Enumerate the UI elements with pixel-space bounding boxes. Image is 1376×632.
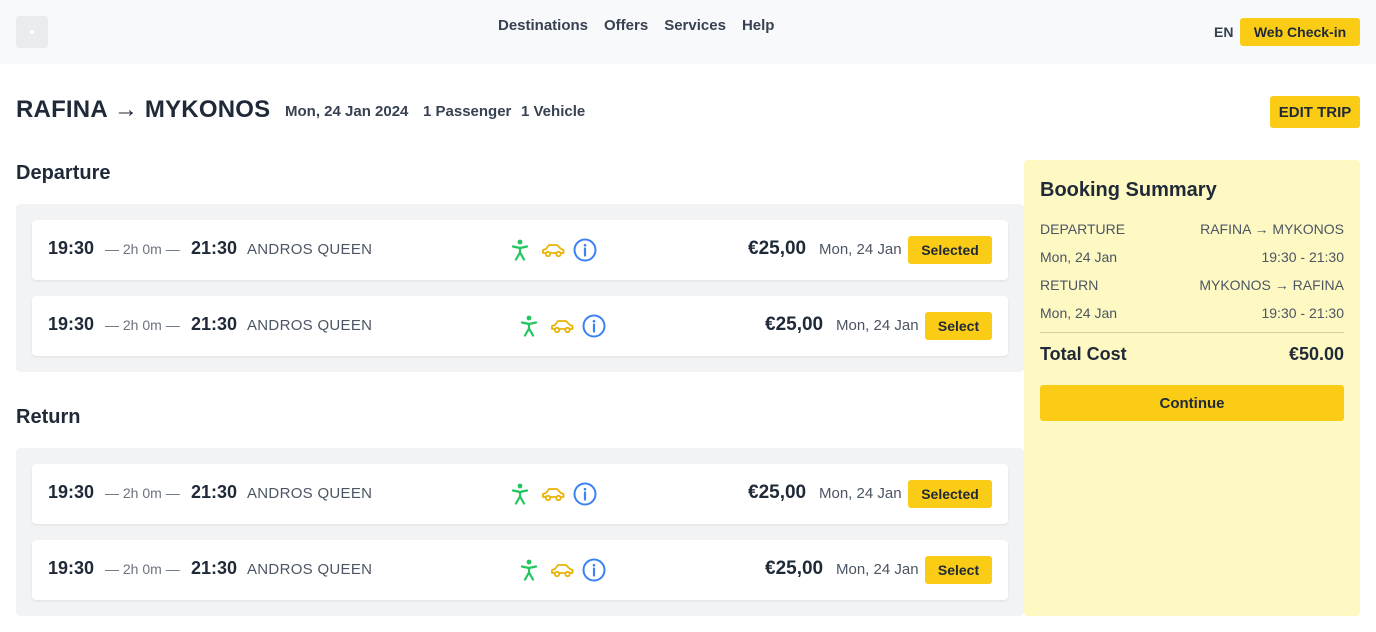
- summary-departure-details: Mon, 24 Jan 19:30 - 21:30: [1040, 249, 1344, 265]
- car-icon: [541, 242, 565, 258]
- summary-return-row: RETURN MYKONOS → RAFINA: [1040, 277, 1344, 293]
- return-title: Return: [16, 406, 81, 428]
- accessibility-icon: [511, 483, 529, 505]
- arrive-time: 21:30: [191, 482, 238, 502]
- trip-card[interactable]: 19:30 — 2h 0m — 21:30 ANDROS QUEEN €25,0…: [32, 540, 1008, 600]
- trip-duration: — 2h 0m —: [105, 317, 180, 333]
- summary-departure-time: 19:30 - 21:30: [1261, 249, 1344, 265]
- trip-duration: — 2h 0m —: [105, 485, 180, 501]
- trip-date: Mon, 24 Jan: [819, 241, 902, 258]
- trip-card[interactable]: 19:30 — 2h 0m — 21:30 ANDROS QUEEN €25,0…: [32, 464, 1008, 524]
- logo[interactable]: [16, 16, 48, 48]
- trip-date: Mon, 24 Jan 2024: [285, 103, 409, 120]
- trip-date: Mon, 24 Jan: [836, 561, 919, 578]
- trip-price: €25,00: [748, 238, 807, 259]
- return-list: 19:30 — 2h 0m — 21:30 ANDROS QUEEN €25,0…: [16, 448, 1024, 616]
- summary-departure-row: DEPARTURE RAFINA → MYKONOS: [1040, 221, 1344, 237]
- trip-route: RAFINA → MYKONOS: [16, 96, 271, 123]
- summary-return-route: MYKONOS → RAFINA: [1199, 277, 1344, 293]
- language-selector[interactable]: EN: [1214, 24, 1233, 40]
- amenity-icons: [511, 482, 597, 506]
- accessibility-icon: [511, 239, 529, 261]
- total-cost-row: Total Cost €50.00: [1040, 344, 1344, 365]
- summary-departure-route: RAFINA → MYKONOS: [1200, 221, 1344, 237]
- amenity-icons: [520, 314, 606, 338]
- nav-services[interactable]: Services: [664, 17, 726, 34]
- edit-trip-button[interactable]: EDIT TRIP: [1270, 96, 1360, 128]
- arrive-time: 21:30: [191, 314, 238, 334]
- web-checkin-button[interactable]: Web Check-in: [1240, 18, 1360, 46]
- car-icon: [550, 318, 574, 334]
- info-icon[interactable]: [573, 482, 597, 506]
- departure-list: 19:30 — 2h 0m — 21:30 ANDROS QUEEN €25,0…: [16, 204, 1024, 372]
- info-icon[interactable]: [573, 238, 597, 262]
- summary-divider: [1040, 332, 1344, 333]
- ship-name: ANDROS QUEEN: [247, 561, 373, 578]
- depart-time: 19:30: [48, 482, 95, 502]
- selected-button[interactable]: Selected: [908, 236, 992, 264]
- trip-date: Mon, 24 Jan: [819, 485, 902, 502]
- summary-return-time: 19:30 - 21:30: [1261, 305, 1344, 321]
- continue-button[interactable]: Continue: [1040, 385, 1344, 421]
- select-button[interactable]: Select: [925, 312, 992, 340]
- summary-return-details: Mon, 24 Jan 19:30 - 21:30: [1040, 305, 1344, 321]
- nav-destinations[interactable]: Destinations: [498, 17, 588, 34]
- arrive-time: 21:30: [191, 238, 238, 258]
- ship-name: ANDROS QUEEN: [247, 485, 373, 502]
- logo-mark: [30, 30, 34, 34]
- trip-price: €25,00: [765, 314, 824, 335]
- accessibility-icon: [520, 315, 538, 337]
- summary-title: Booking Summary: [1040, 179, 1217, 201]
- car-icon: [541, 486, 565, 502]
- amenity-icons: [511, 238, 597, 262]
- trip-passengers: 1 Passenger: [423, 103, 512, 120]
- depart-time: 19:30: [48, 314, 95, 334]
- depart-time: 19:30: [48, 558, 95, 578]
- summary-return-label: RETURN: [1040, 277, 1099, 293]
- amenity-icons: [520, 558, 606, 582]
- summary-return-date: Mon, 24 Jan: [1040, 305, 1118, 321]
- info-icon[interactable]: [582, 558, 606, 582]
- arrive-time: 21:30: [191, 558, 238, 578]
- trip-price: €25,00: [765, 558, 824, 579]
- total-cost-value: €50.00: [1288, 344, 1344, 364]
- trip-card[interactable]: 19:30 — 2h 0m — 21:30 ANDROS QUEEN €25,0…: [32, 220, 1008, 280]
- main-nav: Destinations Offers Services Help: [498, 17, 774, 34]
- trip-price: €25,00: [748, 482, 807, 503]
- trip-vehicles: 1 Vehicle: [521, 103, 586, 120]
- nav-offers[interactable]: Offers: [604, 17, 648, 34]
- top-navbar: Destinations Offers Services Help EN Web…: [0, 0, 1376, 64]
- ship-name: ANDROS QUEEN: [247, 241, 373, 258]
- total-cost-label: Total Cost: [1040, 344, 1127, 364]
- summary-departure-date: Mon, 24 Jan: [1040, 249, 1118, 265]
- trip-card[interactable]: 19:30 — 2h 0m — 21:30 ANDROS QUEEN €25,0…: [32, 296, 1008, 356]
- trip-duration: — 2h 0m —: [105, 241, 180, 257]
- accessibility-icon: [520, 559, 538, 581]
- depart-time: 19:30: [48, 238, 95, 258]
- car-icon: [550, 562, 574, 578]
- summary-departure-label: DEPARTURE: [1040, 221, 1126, 237]
- selected-button[interactable]: Selected: [908, 480, 992, 508]
- departure-title: Departure: [16, 162, 111, 184]
- select-button[interactable]: Select: [925, 556, 992, 584]
- booking-summary: Booking Summary DEPARTURE RAFINA → MYKON…: [1024, 160, 1360, 616]
- info-icon[interactable]: [582, 314, 606, 338]
- ship-name: ANDROS QUEEN: [247, 317, 373, 334]
- nav-help[interactable]: Help: [742, 17, 775, 34]
- trip-date: Mon, 24 Jan: [836, 317, 919, 334]
- trip-duration: — 2h 0m —: [105, 561, 180, 577]
